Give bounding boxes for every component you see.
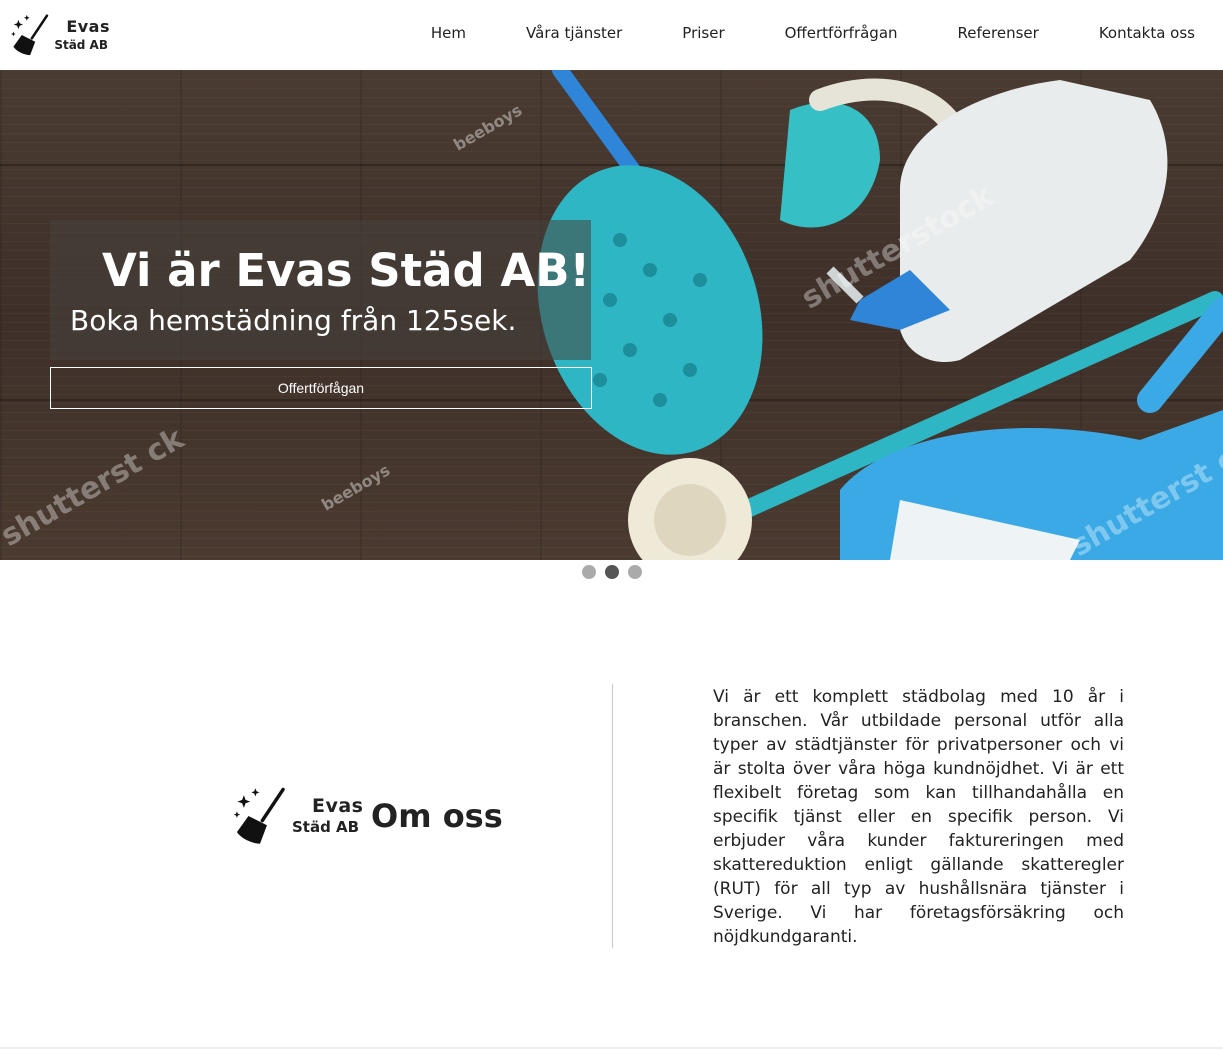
nav-vara-tjanster[interactable]: Våra tjänster <box>526 24 622 42</box>
site-header: Evas Städ AB Hem Våra tjänster Priser Of… <box>0 0 1223 70</box>
carousel-dot-2[interactable] <box>605 565 619 579</box>
nav-referenser[interactable]: Referenser <box>958 24 1039 42</box>
hero-subtitle: Boka hemstädning från 125sek. <box>70 304 517 337</box>
logo-line2: Städ AB <box>54 38 108 52</box>
broom-icon <box>11 14 49 56</box>
main-nav: Hem Våra tjänster Priser Offertförfrågan… <box>431 24 1195 42</box>
quote-request-button[interactable]: Offertförfågan <box>50 367 592 409</box>
logo[interactable]: Evas Städ AB <box>10 8 110 62</box>
about-title: Om oss <box>371 797 503 835</box>
about-text: Vi är ett komplett städbolag med 10 år i… <box>713 687 1124 947</box>
nav-kontakta-oss[interactable]: Kontakta oss <box>1099 24 1195 42</box>
hero-slide: shutterstock beeboys shutterst ck beeboy… <box>0 70 1223 560</box>
about-logo-line1: Evas <box>312 795 364 817</box>
carousel-indicators <box>582 565 651 579</box>
logo-line1: Evas <box>66 17 110 36</box>
about-logo-line2: Städ AB <box>292 818 360 836</box>
hero-title: Vi är Evas Städ AB! <box>102 244 591 297</box>
carousel-dot-1[interactable] <box>582 565 596 579</box>
nav-priser[interactable]: Priser <box>682 24 724 42</box>
nav-hem[interactable]: Hem <box>431 24 466 42</box>
about-logo: Evas Städ AB <box>232 786 364 846</box>
broom-icon <box>233 787 285 844</box>
nav-offertforfragan[interactable]: Offertförfrågan <box>785 24 898 42</box>
carousel-dot-3[interactable] <box>628 565 642 579</box>
section-divider <box>612 684 613 948</box>
